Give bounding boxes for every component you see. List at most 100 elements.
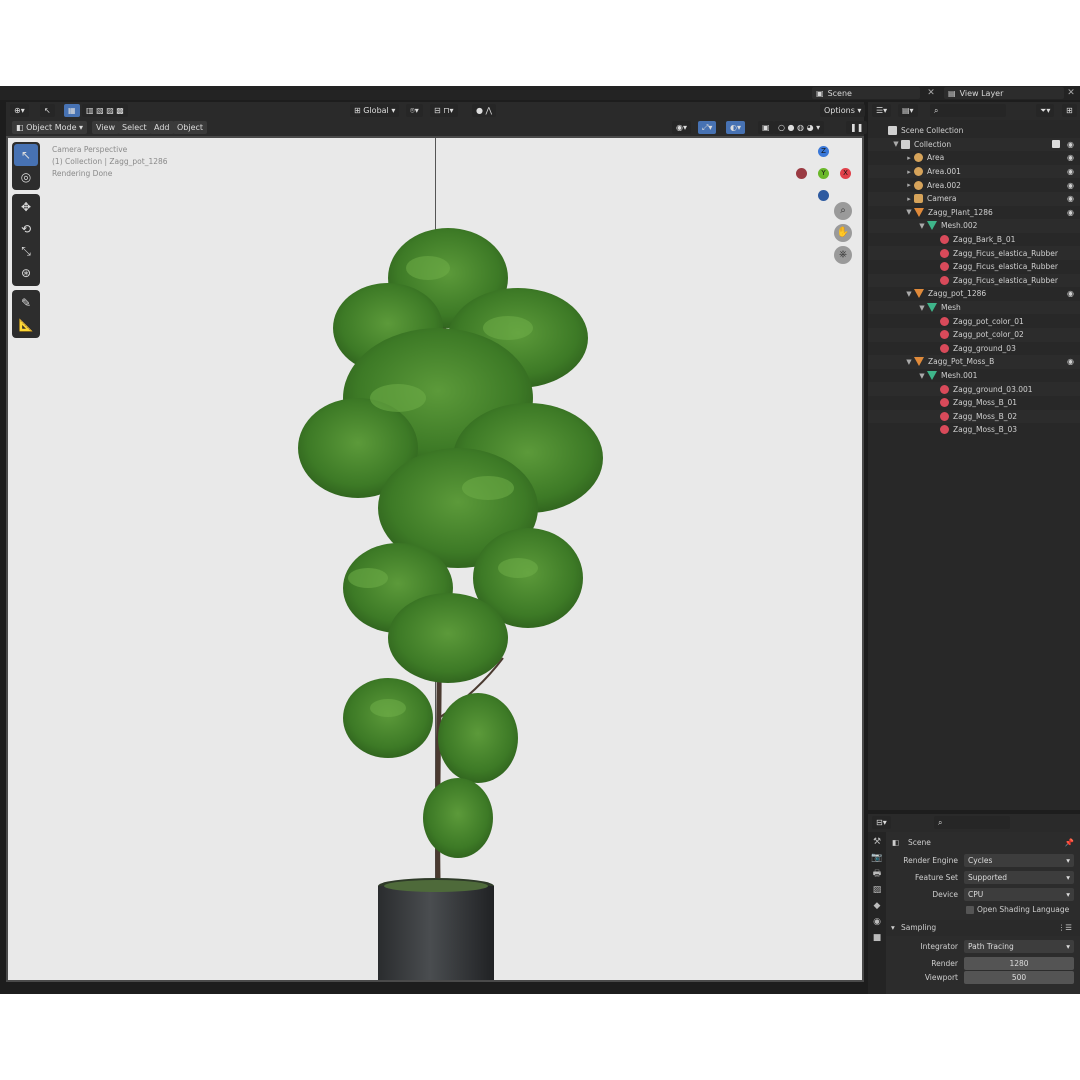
visibility-eye-icon[interactable]: ◉ — [1067, 357, 1074, 366]
pin-icon[interactable]: 📌 — [1065, 838, 1074, 847]
shading-icon[interactable]: ○ ● ◍ ◕ ▾ — [774, 121, 825, 134]
expand-arrow-icon[interactable]: ▼ — [904, 358, 914, 366]
z-axis-handle[interactable]: Z — [818, 146, 829, 157]
outliner-row[interactable]: Zagg_Moss_B_03 — [868, 423, 1080, 437]
viewport-samples-field[interactable]: 500 — [964, 971, 1074, 984]
gizmo-icon[interactable]: ⤢▾ — [698, 121, 717, 134]
pivot-icon[interactable]: ⌾▾ — [406, 104, 423, 117]
visibility-eye-icon[interactable]: ◉ — [1067, 153, 1074, 162]
feature-set-dropdown[interactable]: Supported ▾ — [964, 871, 1074, 884]
scene-tab-icon[interactable]: ◆ — [871, 900, 883, 912]
camera-view-icon[interactable]: ⎈ — [834, 246, 852, 264]
outliner-row[interactable]: Zagg_Ficus_elastica_Rubber — [868, 273, 1080, 288]
x-axis-handle[interactable]: X — [840, 168, 851, 179]
expand-arrow-icon[interactable]: ▼ — [891, 140, 901, 148]
visibility-eye-icon[interactable]: ◉ — [1067, 167, 1074, 176]
outliner-row[interactable]: ▸ Camera ◉ — [868, 192, 1080, 206]
y-axis-handle[interactable]: Y — [818, 168, 829, 179]
cursor-tool-icon[interactable]: ◎ — [14, 166, 38, 188]
outliner-editor-icon[interactable]: ☰▾ — [872, 104, 892, 117]
render-tab-icon[interactable]: 📷 — [871, 852, 883, 864]
outliner-search-input[interactable]: ⌕ — [930, 104, 1006, 117]
view-layer-tab-icon[interactable]: ▨ — [871, 884, 883, 896]
outliner-row[interactable]: ▼ Mesh.001 — [868, 369, 1080, 383]
move-tool-icon[interactable]: ✥ — [14, 196, 38, 218]
outliner-row[interactable]: ▸ Area.001 ◉ — [868, 164, 1080, 179]
expand-arrow-icon[interactable]: ▸ — [904, 181, 914, 189]
visibility-eye-icon[interactable]: ◉ — [1067, 208, 1074, 217]
integrator-dropdown[interactable]: Path Tracing ▾ — [964, 940, 1074, 953]
rotate-tool-icon[interactable]: ⟲ — [14, 218, 38, 240]
editor-type-icon[interactable]: ⊕▾ — [10, 104, 29, 117]
outliner-row[interactable]: ▸ Area.002 ◉ — [868, 178, 1080, 192]
select-box-tool-icon[interactable]: ↖ — [14, 144, 38, 166]
outliner-row[interactable]: Zagg_Ficus_elastica_Rubber — [868, 260, 1080, 274]
pan-hand-icon[interactable]: ✋ — [834, 224, 852, 242]
scene-selector[interactable]: ▣ Scene — [812, 87, 920, 99]
render-engine-dropdown[interactable]: Cycles ▾ — [964, 854, 1074, 867]
outliner-row[interactable]: Zagg_Moss_B_01 — [868, 396, 1080, 410]
expand-arrow-icon[interactable]: ▼ — [917, 372, 927, 380]
3d-viewport[interactable]: Camera Perspective (1) Collection | Zagg… — [6, 136, 864, 982]
transform-tool-icon[interactable]: ⊛ — [14, 262, 38, 284]
zoom-icon[interactable]: ⌕ — [834, 202, 852, 220]
navigation-gizmo[interactable]: Z Y X ⌕ ✋ ⎈ — [796, 146, 862, 266]
output-tab-icon[interactable]: 🖶 — [871, 868, 883, 880]
sampling-panel-header[interactable]: ▾ Sampling ⋮☰ — [886, 920, 1080, 936]
outliner-row[interactable]: ▼ Collection ◉ — [868, 137, 1080, 152]
visibility-eye-icon[interactable]: ◉ — [1067, 289, 1074, 298]
mode-dropdown[interactable]: ◧ Object Mode ▾ — [12, 121, 88, 134]
expand-arrow-icon[interactable]: ▸ — [904, 168, 914, 176]
osl-checkbox[interactable] — [966, 906, 974, 914]
outliner-row[interactable]: Zagg_Bark_B_01 — [868, 233, 1080, 247]
expand-arrow-icon[interactable]: ▼ — [904, 208, 914, 216]
visibility-eye-icon[interactable]: ◉ — [1067, 140, 1074, 149]
outliner-row[interactable]: Scene Collection — [868, 124, 1080, 138]
expand-arrow-icon[interactable]: ▼ — [917, 304, 927, 312]
outliner-row[interactable]: ▼ Zagg_pot_1286 ◉ — [868, 287, 1080, 301]
xray-icon[interactable]: ▣ — [758, 121, 774, 134]
select-mode-icon[interactable]: ▦ — [64, 104, 80, 117]
outliner-row[interactable]: ▼ Zagg_Pot_Moss_B ◉ — [868, 355, 1080, 369]
neg-x-axis-handle[interactable] — [796, 168, 807, 179]
outliner-row[interactable]: ▸ Area ◉ — [868, 151, 1080, 165]
device-dropdown[interactable]: CPU ▾ — [964, 888, 1074, 901]
render-samples-field[interactable]: 1280 — [964, 957, 1074, 970]
outliner-row[interactable]: Zagg_ground_03.001 — [868, 382, 1080, 396]
options-dropdown[interactable]: Options ▾ — [820, 104, 866, 117]
display-mode-icon[interactable]: ▤▾ — [898, 104, 918, 117]
scale-tool-icon[interactable]: ⤡ — [14, 240, 38, 262]
snap-icon[interactable]: ⊟ ⊓▾ — [430, 104, 458, 117]
menu-view[interactable]: View — [92, 121, 119, 134]
outliner-row[interactable]: ▼ Mesh.002 — [868, 219, 1080, 233]
outliner-row[interactable]: Zagg_Ficus_elastica_Rubber — [868, 246, 1080, 260]
properties-editor-icon[interactable]: ⊟▾ — [872, 816, 891, 829]
neg-z-axis-handle[interactable] — [818, 190, 829, 201]
visibility-eye-icon[interactable]: ◉ — [1067, 194, 1074, 203]
visibility-icon[interactable]: ◉▾ — [672, 121, 691, 134]
measure-tool-icon[interactable]: 📐 — [14, 314, 38, 336]
expand-arrow-icon[interactable]: ▸ — [904, 154, 914, 162]
new-collection-icon[interactable]: ⊞ — [1062, 104, 1077, 117]
filter-icon[interactable]: ⏷▾ — [1036, 104, 1055, 117]
properties-search-input[interactable]: ⌕ — [934, 816, 1010, 829]
select-tool-icon[interactable]: ↖ — [40, 104, 55, 117]
object-tab-icon[interactable]: ■ — [871, 932, 883, 944]
menu-add[interactable]: Add — [150, 121, 174, 134]
world-tab-icon[interactable]: ◉ — [871, 916, 883, 928]
pause-icon[interactable]: ❚❚ — [846, 121, 868, 134]
expand-arrow-icon[interactable]: ▸ — [904, 195, 914, 203]
exclude-checkbox[interactable] — [1052, 140, 1060, 149]
select-extend-icon[interactable]: ▥ ▧ ▨ ▩ — [82, 104, 128, 117]
outliner-row[interactable]: Zagg_Moss_B_02 — [868, 409, 1080, 424]
visibility-eye-icon[interactable]: ◉ — [1067, 181, 1074, 190]
panel-menu-icon[interactable]: ⋮☰ — [1058, 923, 1072, 932]
outliner-row[interactable]: Zagg_pot_color_02 — [868, 328, 1080, 342]
view-layer-selector[interactable]: ▤ View Layer — [944, 87, 1064, 99]
outliner-row[interactable]: ▼ Mesh — [868, 300, 1080, 315]
expand-arrow-icon[interactable]: ▼ — [904, 290, 914, 298]
close-icon[interactable]: ✕ — [926, 87, 936, 99]
outliner-row[interactable]: ▼ Zagg_Plant_1286 ◉ — [868, 206, 1080, 220]
transform-orientation-dropdown[interactable]: ⊞ Global ▾ — [350, 104, 400, 117]
menu-select[interactable]: Select — [118, 121, 151, 134]
